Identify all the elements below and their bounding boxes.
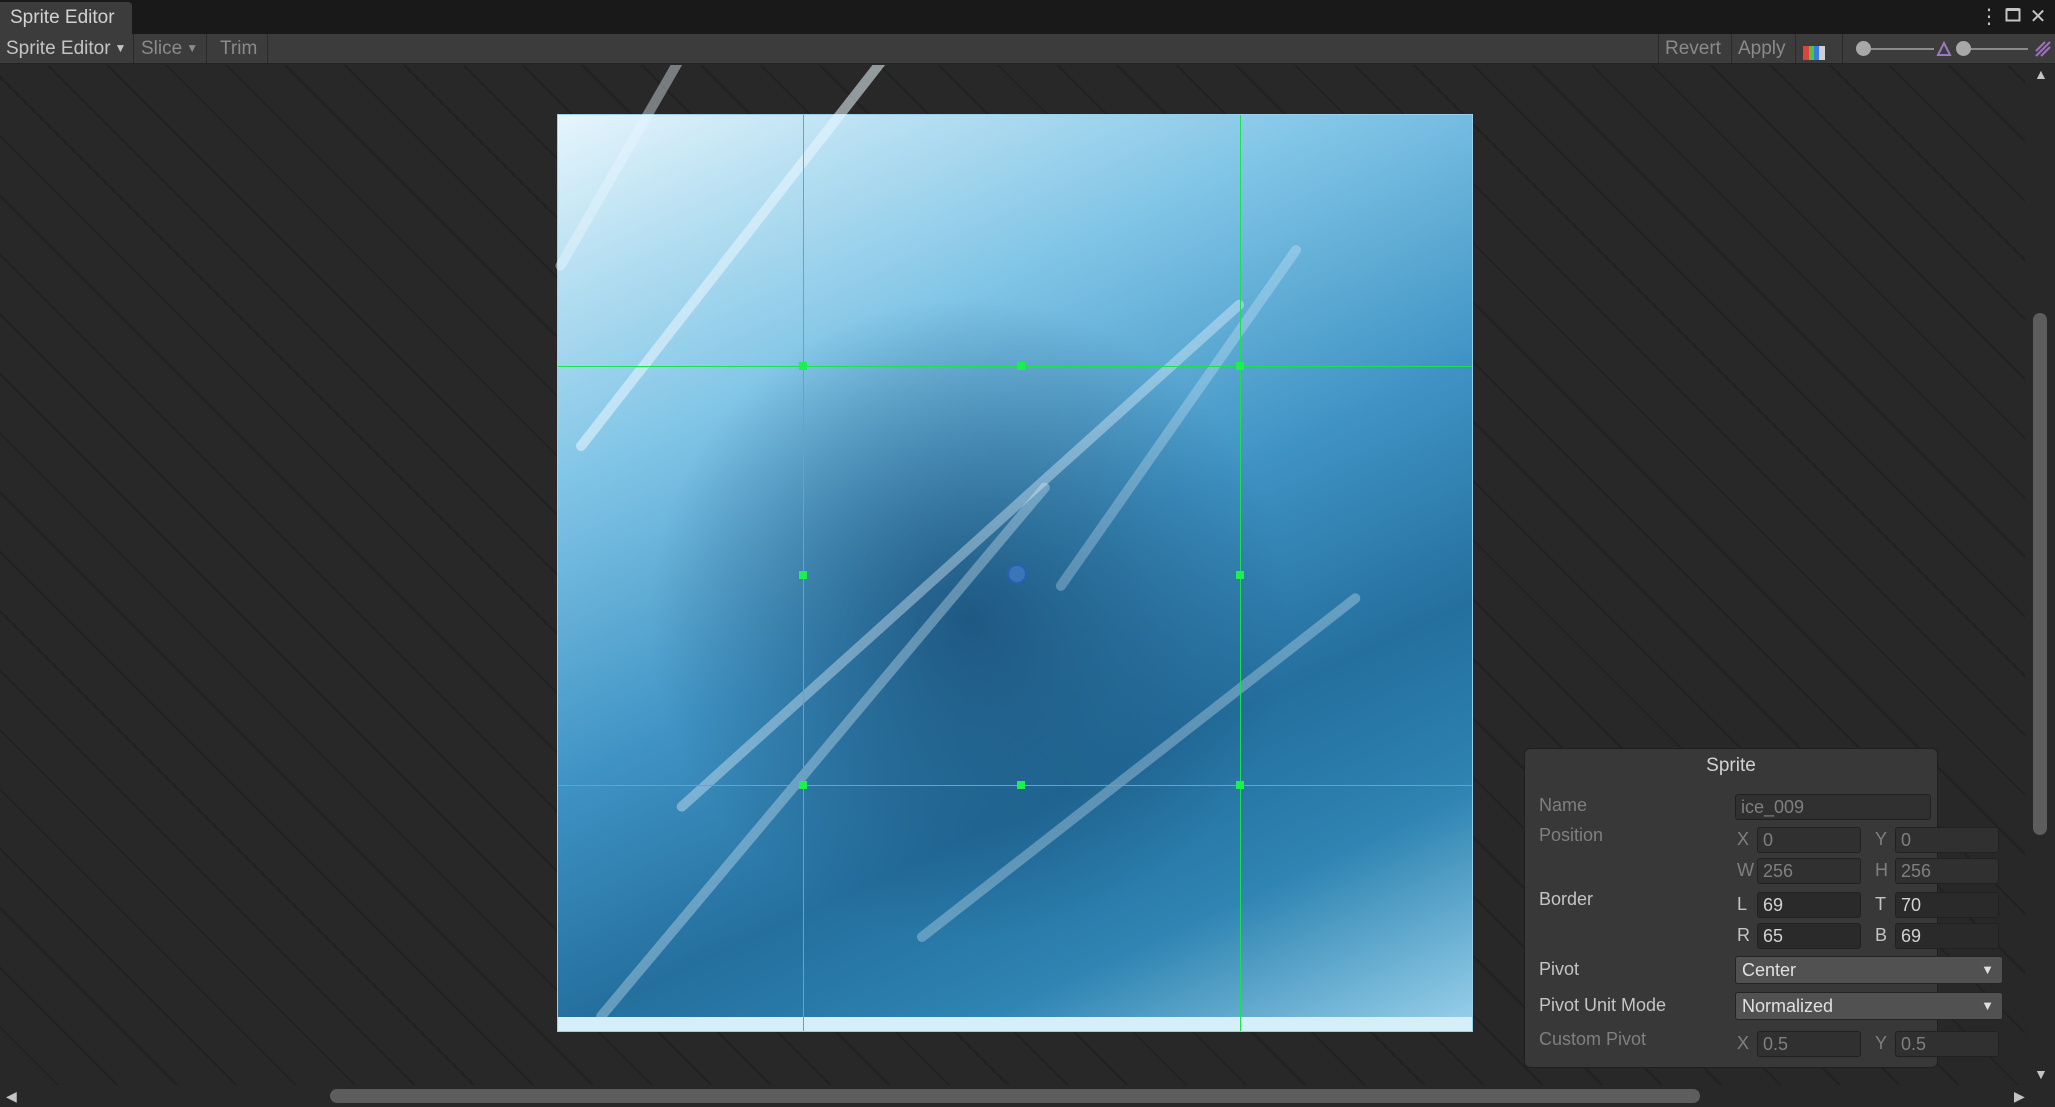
border-bottom-field[interactable]: 69 [1895,923,1999,949]
sprite-bottom-rim [558,1017,1472,1031]
border-handle[interactable] [799,362,807,370]
pivot-unit-mode-label: Pivot Unit Mode [1539,995,1667,1015]
chevron-down-icon: ▼ [186,41,199,55]
pivot-unit-mode-dropdown[interactable]: Normalized ▼ [1735,992,2003,1020]
width-field: 256 [1757,858,1861,884]
ice-streak [914,591,1363,944]
toolbar: Sprite Editor ▼ Slice ▼ Trim Revert Apply [0,34,2055,64]
border-handle[interactable] [799,571,807,579]
border-right-field[interactable]: 65 [1757,923,1861,949]
vertical-scroll-thumb[interactable] [2033,313,2047,835]
mipmap-icon [1936,40,1952,57]
horizontal-scroll-thumb[interactable] [330,1089,1700,1103]
ice-streak [674,297,1247,814]
slice-dropdown-label: Slice [141,38,183,59]
rgb-channel-icon [1803,46,1825,60]
border-handle[interactable] [1236,781,1244,789]
border-top-field[interactable]: 70 [1895,892,1999,918]
mip-slider-knob[interactable] [1956,41,1971,56]
custom-pivot-x-label: X [1737,1033,1750,1053]
revert-button[interactable]: Revert [1658,34,1732,63]
height-field: 256 [1895,858,1999,884]
position-x-label: X [1737,829,1750,849]
chevron-down-icon: ▼ [1981,998,1994,1013]
pivot-handle[interactable] [1007,564,1027,584]
ice-streak [594,480,1052,1024]
vertical-scrollbar[interactable]: ▲ ▼ [2025,65,2055,1085]
custom-pivot-label: Custom Pivot [1539,1029,1647,1049]
border-right-label: R [1737,925,1750,945]
border-label: Border [1539,889,1594,909]
zoom-slider-track [1862,48,1934,50]
position-x-field: 0 [1757,827,1861,853]
name-field: ice_009 [1735,794,1931,820]
border-top-label: T [1875,894,1886,914]
sprite-inspector-panel: Sprite Name ice_009 Position X 0 Y 0 W 2… [1524,748,2003,1068]
ice-streak [1053,243,1303,593]
pivot-label: Pivot [1539,959,1580,979]
tab-sprite-editor[interactable]: Sprite Editor [0,2,132,34]
sprite-texture[interactable] [553,65,1473,1032]
chevron-down-icon: ▼ [114,41,127,55]
window-tab-bar: Sprite Editor ⋮ ✕ [0,0,2055,34]
custom-pivot-y-label: Y [1875,1033,1888,1053]
color-channel-toggle[interactable] [1797,34,1843,63]
horizontal-scrollbar[interactable]: ◀ ▶ [0,1085,2055,1107]
name-label: Name [1539,795,1588,815]
width-label: W [1737,860,1754,880]
pivot-unit-mode-value: Normalized [1742,996,1834,1016]
border-handle[interactable] [1236,571,1244,579]
slice-dropdown[interactable]: Slice ▼ [135,34,207,63]
mode-dropdown[interactable]: Sprite Editor ▼ [0,34,134,63]
border-handle[interactable] [1017,362,1025,370]
ice-streak [574,65,903,454]
scroll-up-icon[interactable]: ▲ [2034,67,2048,81]
scroll-down-icon[interactable]: ▼ [2034,1067,2048,1081]
custom-pivot-x-field: 0.5 [1757,1031,1861,1057]
height-label: H [1875,860,1888,880]
border-left-label: L [1737,894,1748,914]
ice-streak [553,65,713,273]
pivot-dropdown-value: Center [1742,960,1797,980]
border-bottom-label: B [1875,925,1888,945]
border-handle[interactable] [1236,362,1244,370]
alpha-icon[interactable] [2034,40,2052,58]
border-handle[interactable] [799,781,807,789]
apply-button[interactable]: Apply [1732,34,1796,63]
position-label: Position [1539,825,1604,845]
chevron-down-icon: ▼ [1981,962,1994,977]
pivot-dropdown[interactable]: Center ▼ [1735,956,2003,984]
trim-button[interactable]: Trim [208,34,268,63]
mode-dropdown-label: Sprite Editor [6,38,111,59]
position-y-field: 0 [1895,827,1999,853]
kebab-menu-icon[interactable]: ⋮ [1976,4,2002,30]
zoom-slider-knob[interactable] [1856,41,1871,56]
border-guide-bottom[interactable] [558,785,1472,786]
scroll-right-icon[interactable]: ▶ [2014,1089,2025,1103]
maximize-icon[interactable] [2000,4,2026,30]
position-y-label: Y [1875,829,1888,849]
border-left-field[interactable]: 69 [1757,892,1861,918]
panel-title: Sprite [1706,755,1756,776]
border-guide-top[interactable] [558,366,1472,367]
custom-pivot-y-field: 0.5 [1895,1031,1999,1057]
scroll-left-icon[interactable]: ◀ [6,1089,17,1103]
border-handle[interactable] [1017,781,1025,789]
close-icon[interactable]: ✕ [2025,4,2051,30]
